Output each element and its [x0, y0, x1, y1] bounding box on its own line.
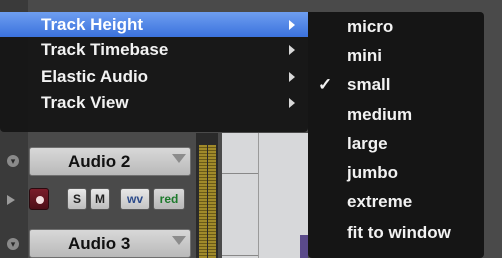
submenu-item-mini[interactable]: mini	[308, 41, 484, 70]
submenu-item-label: micro	[347, 17, 394, 36]
record-enable-button[interactable]	[29, 188, 49, 210]
menu-item-label: Elastic Audio	[41, 67, 149, 86]
track-view-button[interactable]: wv	[120, 188, 150, 210]
submenu-item-extreme[interactable]: extreme	[308, 187, 484, 216]
chevron-down-icon	[172, 154, 186, 163]
meter-right-channel	[208, 145, 216, 258]
submenu-item-micro[interactable]: micro	[308, 12, 484, 41]
track-options-icon[interactable]: ▾	[7, 155, 19, 167]
menu-item-track-timebase[interactable]: Track Timebase	[8, 37, 308, 62]
submenu-item-small[interactable]: ✓ small	[308, 70, 484, 99]
checkmark-icon: ✓	[318, 75, 333, 94]
meter-left-channel	[199, 145, 207, 258]
track-color-button[interactable]: red	[153, 188, 185, 210]
menu-item-elastic-audio[interactable]: Elastic Audio	[8, 64, 308, 89]
submenu-item-label: fit to window	[347, 223, 451, 242]
submenu-item-label: medium	[347, 105, 413, 124]
submenu-item-large[interactable]: large	[308, 129, 484, 158]
timeline-divider	[258, 133, 259, 258]
track-name-label: Audio 2	[68, 152, 131, 171]
track-name-label: Audio 3	[68, 234, 131, 253]
track-height-submenu: micro mini ✓ small medium large jumbo ex…	[308, 12, 484, 258]
submenu-item-label: small	[347, 75, 391, 94]
submenu-item-medium[interactable]: medium	[308, 100, 484, 129]
track-context-menu: Track Height Track Timebase Elastic Audi…	[0, 12, 308, 132]
record-dot-icon	[36, 196, 44, 204]
submenu-arrow-icon	[289, 98, 295, 108]
expand-triangle-icon[interactable]	[7, 195, 15, 205]
menu-item-label: Track Timebase	[41, 40, 169, 59]
submenu-item-label: mini	[347, 46, 382, 65]
submenu-item-jumbo[interactable]: jumbo	[308, 158, 484, 187]
submenu-item-label: large	[347, 134, 388, 153]
chevron-down-icon	[172, 236, 186, 245]
level-meter	[196, 133, 218, 258]
submenu-item-fit-to-window[interactable]: fit to window	[308, 218, 484, 247]
submenu-arrow-icon	[289, 20, 295, 30]
track-options-icon[interactable]: ▾	[7, 238, 19, 250]
menu-item-label: Track View	[41, 93, 129, 112]
timeline-area[interactable]	[222, 133, 308, 258]
menu-item-label: Track Height	[41, 15, 144, 34]
mute-button[interactable]: M	[90, 188, 110, 210]
timeline-tick	[222, 173, 258, 174]
submenu-arrow-icon	[289, 45, 295, 55]
submenu-item-label: extreme	[347, 192, 413, 211]
menu-item-track-height[interactable]: Track Height	[0, 12, 308, 37]
track-name-field[interactable]: Audio 2	[29, 147, 191, 176]
audio-clip-edge[interactable]	[300, 235, 308, 258]
submenu-arrow-icon	[289, 72, 295, 82]
submenu-item-label: jumbo	[347, 163, 398, 182]
solo-button[interactable]: S	[67, 188, 87, 210]
timeline-tick	[222, 255, 258, 256]
menu-item-track-view[interactable]: Track View	[8, 90, 308, 115]
track-name-field[interactable]: Audio 3	[29, 229, 191, 258]
